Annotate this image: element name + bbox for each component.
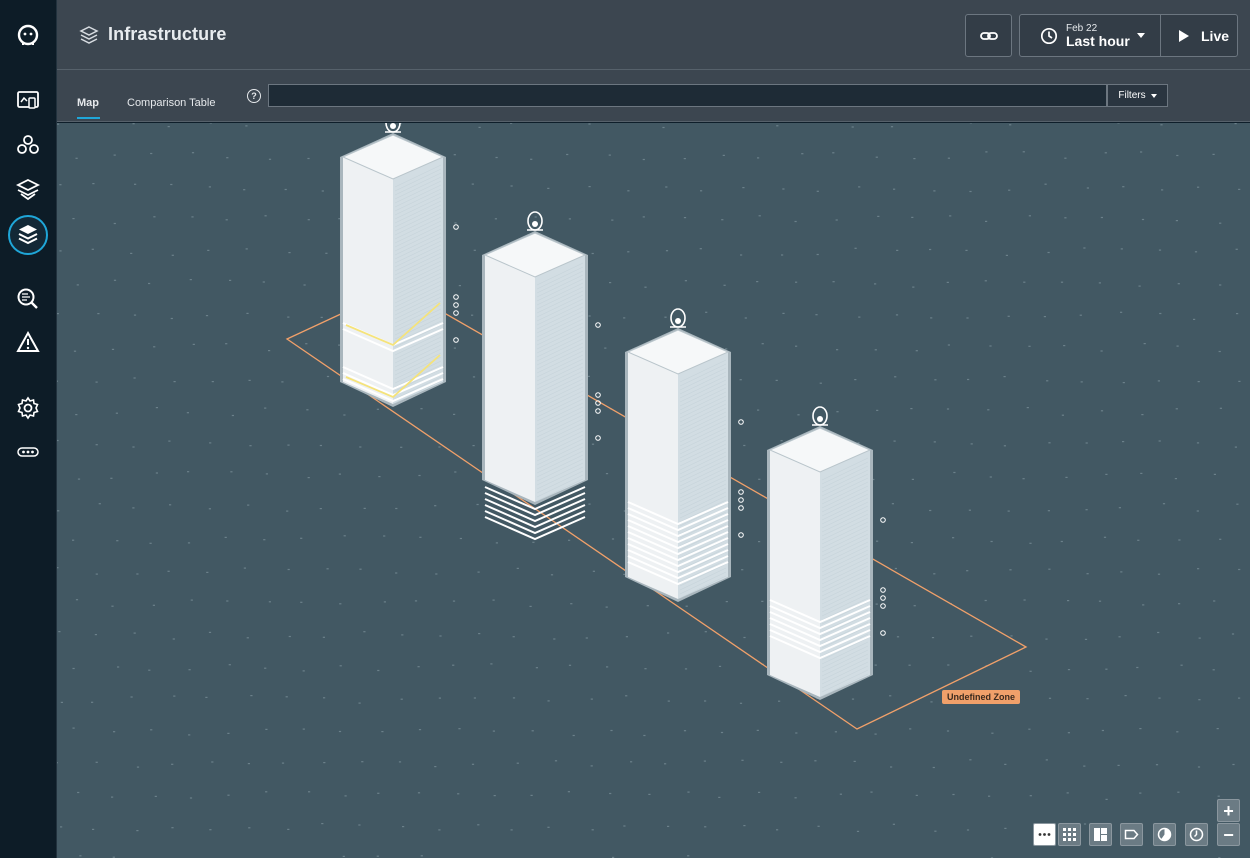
treemap-view-icon (1094, 828, 1107, 841)
process-icon[interactable] (880, 595, 886, 601)
events-icon[interactable] (8, 323, 48, 363)
platforms-icon[interactable] (8, 170, 48, 210)
process-icon[interactable] (595, 322, 601, 328)
process-icon[interactable] (738, 532, 744, 538)
process-icon[interactable] (595, 435, 601, 441)
list-view-icon (1038, 833, 1051, 836)
infrastructure-icon[interactable] (8, 215, 48, 255)
process-icon[interactable] (880, 630, 886, 636)
live-button[interactable]: Live (1160, 14, 1238, 57)
page-header: Infrastructure Feb 22 Last hour Live (57, 0, 1250, 70)
help-icon[interactable]: ? (247, 89, 261, 103)
process-icon[interactable] (738, 489, 744, 495)
tab-map[interactable]: Map (77, 97, 100, 119)
tab-comparison-label: Comparison Table (127, 97, 216, 109)
hosts-layer (340, 123, 886, 700)
process-icon[interactable] (738, 419, 744, 425)
copy-link-button[interactable] (965, 14, 1012, 57)
host-tower[interactable] (767, 406, 886, 700)
time-range-label: Last hour (1066, 32, 1130, 49)
logo-icon[interactable] (8, 15, 48, 55)
toolbar: Map Comparison Table ? Filters (57, 70, 1250, 122)
link-icon (979, 31, 998, 40)
tab-comparison-table[interactable]: Comparison Table (127, 97, 215, 109)
websites-icon[interactable] (8, 80, 48, 120)
map-scene (57, 123, 1241, 858)
tag-icon (1124, 829, 1139, 840)
treemap-view-button[interactable] (1089, 823, 1112, 846)
host-left-face (770, 450, 820, 697)
process-icon[interactable] (880, 587, 886, 593)
host-left-face (343, 157, 393, 404)
infrastructure-map[interactable]: Undefined Zone + − (57, 123, 1250, 858)
linux-icon[interactable] (670, 308, 686, 328)
grid-view-icon (1063, 828, 1076, 841)
more-icon[interactable] (8, 432, 48, 472)
clock-button[interactable] (1185, 823, 1208, 846)
chevron-down-icon (1137, 33, 1145, 38)
filters-button[interactable]: Filters (1107, 84, 1168, 107)
process-icon[interactable] (595, 408, 601, 414)
process-icon[interactable] (453, 224, 459, 230)
process-icon[interactable] (453, 294, 459, 300)
sidebar (0, 0, 57, 858)
linux-icon[interactable] (385, 123, 401, 133)
zoom-out-button[interactable]: − (1217, 823, 1240, 846)
time-range-date: Feb 22 (1066, 22, 1098, 34)
pie-button[interactable] (1153, 823, 1176, 846)
host-tower[interactable] (340, 123, 459, 407)
time-range-picker[interactable]: Feb 22 Last hour (1019, 14, 1161, 57)
clock-icon (1189, 827, 1204, 842)
process-icon[interactable] (595, 392, 601, 398)
process-icon[interactable] (453, 310, 459, 316)
host-tower[interactable] (625, 308, 744, 602)
chevron-down-icon (1150, 93, 1157, 98)
active-tab-indicator (77, 117, 100, 119)
linux-icon[interactable] (812, 406, 828, 426)
process-icon[interactable] (738, 497, 744, 503)
infrastructure-title-icon (79, 26, 99, 44)
host-tower[interactable] (482, 211, 601, 541)
filters-label: Filters (1118, 90, 1146, 101)
search-input[interactable] (268, 84, 1107, 107)
process-icon[interactable] (880, 603, 886, 609)
linux-icon[interactable] (527, 211, 543, 231)
applications-icon[interactable] (8, 125, 48, 165)
process-icon[interactable] (453, 302, 459, 308)
settings-icon[interactable] (8, 388, 48, 428)
process-icon[interactable] (738, 505, 744, 511)
tab-map-label: Map (77, 97, 99, 109)
zone-label[interactable]: Undefined Zone (942, 690, 1020, 704)
process-icon[interactable] (453, 337, 459, 343)
pie-icon (1157, 827, 1172, 842)
analytics-icon[interactable] (8, 279, 48, 319)
process-icon[interactable] (880, 517, 886, 523)
clock-icon (1040, 27, 1058, 44)
page-title: Infrastructure (108, 24, 227, 44)
live-label: Live (1201, 27, 1230, 44)
tag-button[interactable] (1120, 823, 1143, 846)
host-left-face (485, 255, 535, 502)
play-icon (1179, 29, 1189, 42)
zoom-in-button[interactable]: + (1217, 799, 1240, 822)
list-view-button[interactable] (1033, 823, 1056, 846)
grid-view-button[interactable] (1058, 823, 1081, 846)
